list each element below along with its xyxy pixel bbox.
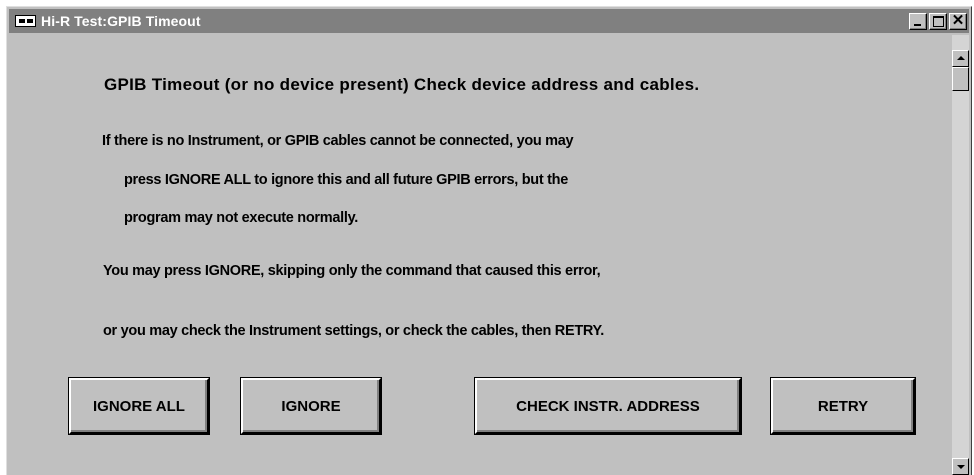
error-headline: GPIB Timeout (or no device present) Chec… (104, 75, 700, 94)
ignore-all-button[interactable]: IGNORE ALL (69, 378, 209, 434)
minimize-button[interactable] (909, 12, 927, 30)
dialog-window: Hi-R Test:GPIB Timeout ✕ GPIB Timeout (o… (6, 6, 972, 475)
scrollbar-thumb[interactable] (952, 67, 969, 91)
title-bar[interactable]: Hi-R Test:GPIB Timeout ✕ (9, 9, 969, 33)
check-instr-address-button[interactable]: CHECK INSTR. ADDRESS (475, 378, 741, 434)
message-line-3: program may not execute normally. (124, 210, 358, 226)
message-line-4: You may press IGNORE, skipping only the … (103, 263, 601, 279)
close-button[interactable]: ✕ (949, 11, 967, 30)
ignore-button[interactable]: IGNORE (241, 378, 381, 434)
message-line-1: If there is no Instrument, or GPIB cable… (102, 133, 574, 149)
vertical-scrollbar[interactable] (952, 35, 969, 475)
scroll-up-arrow-icon[interactable] (952, 50, 969, 67)
maximize-button[interactable] (929, 12, 947, 30)
dialog-content: GPIB Timeout (or no device present) Chec… (9, 35, 951, 475)
message-line-2: press IGNORE ALL to ignore this and all … (124, 172, 568, 188)
app-system-icon[interactable] (15, 15, 36, 27)
retry-button[interactable]: RETRY (771, 378, 915, 434)
close-icon: ✕ (951, 11, 965, 29)
scroll-down-arrow-icon[interactable] (952, 458, 969, 475)
window-title: Hi-R Test:GPIB Timeout (41, 13, 201, 29)
message-line-5: or you may check the Instrument settings… (103, 323, 605, 339)
